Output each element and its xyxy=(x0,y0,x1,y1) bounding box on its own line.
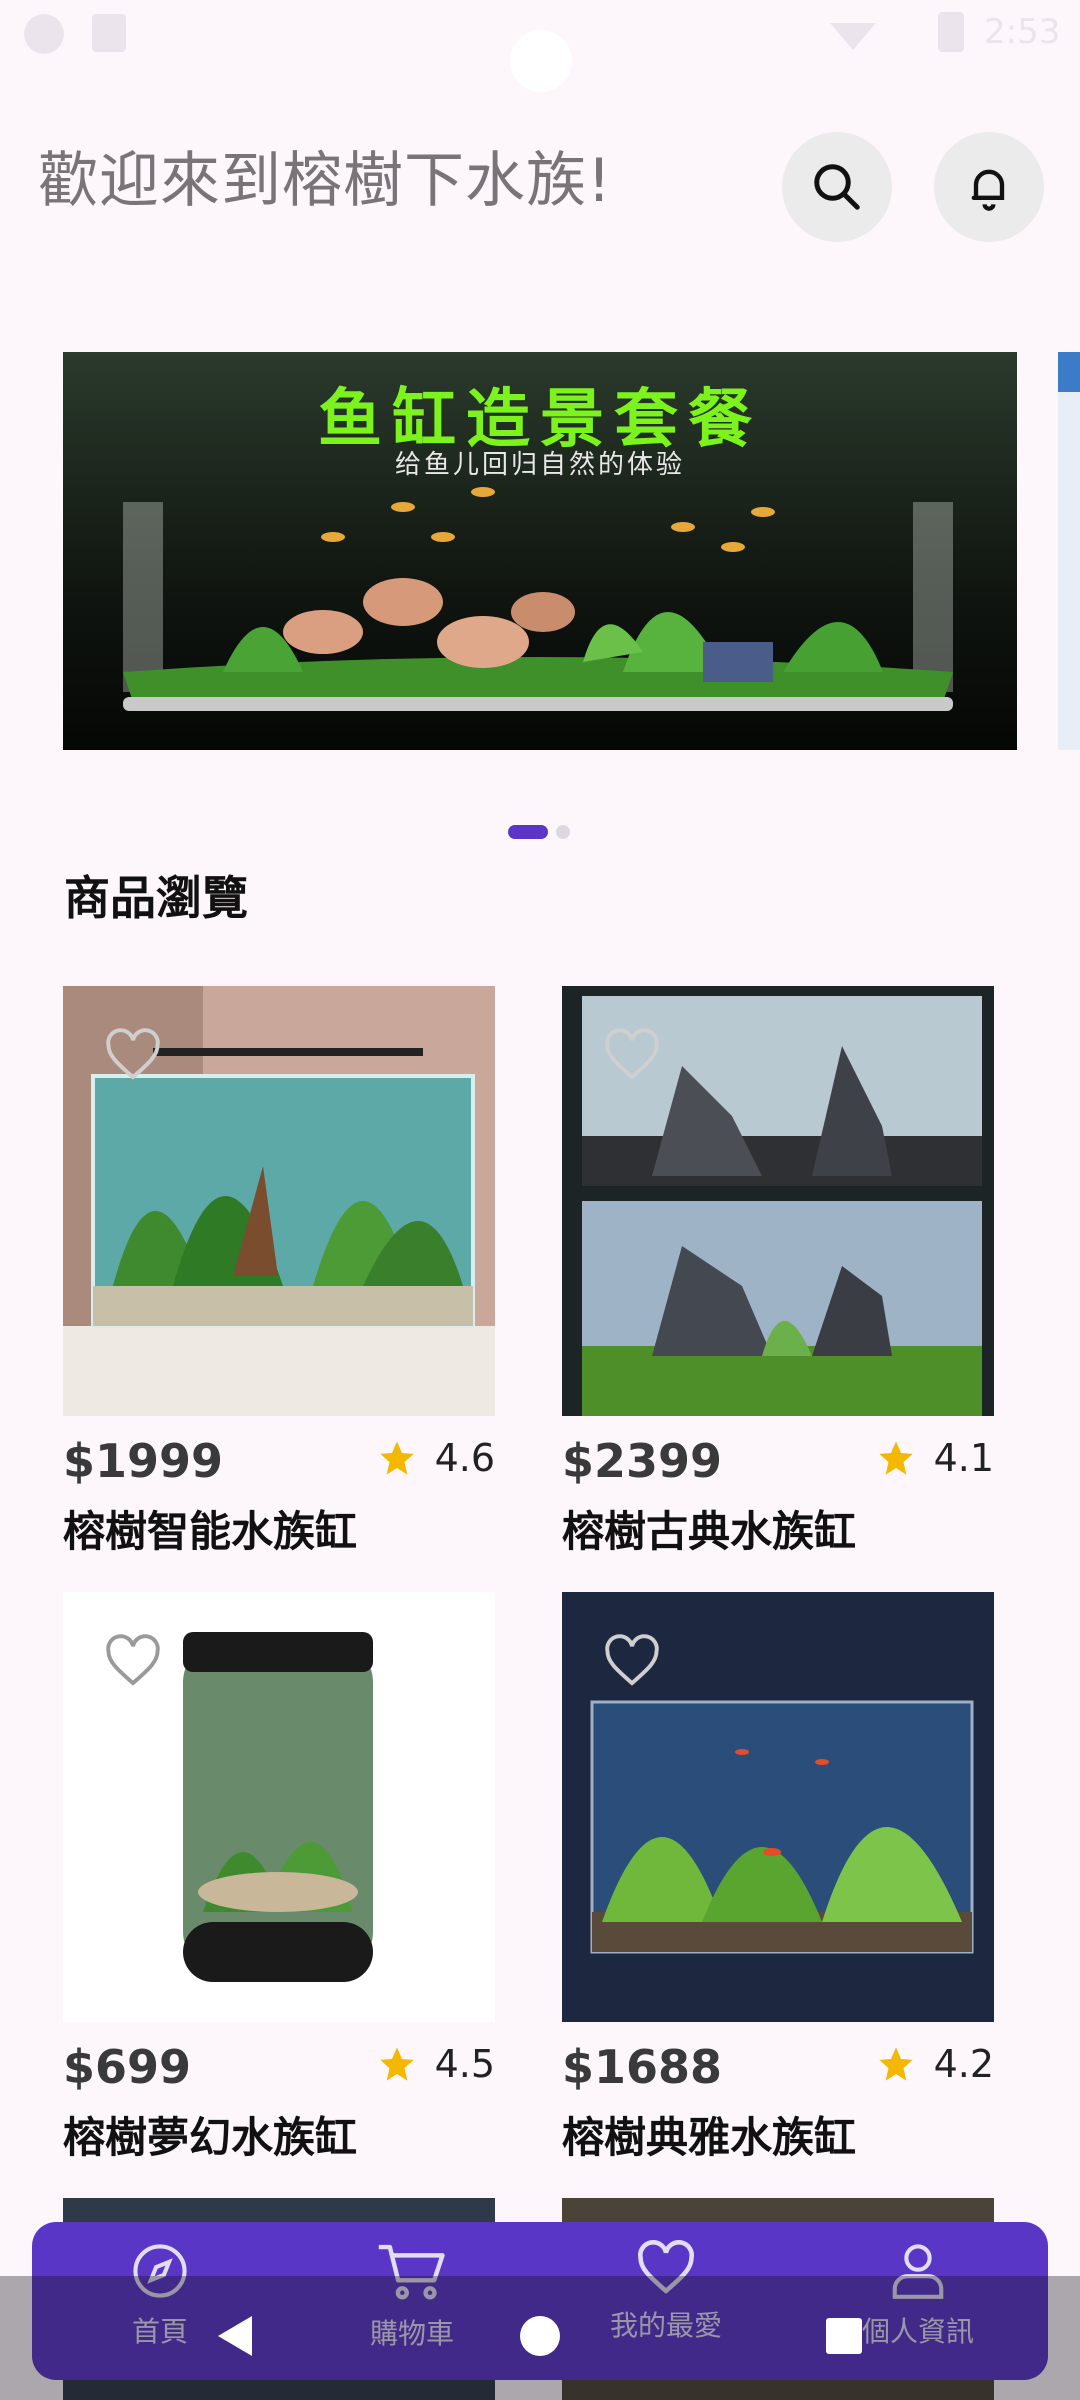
product-name: 榕樹典雅水族缸 xyxy=(562,2113,857,2162)
rating-value: 4.2 xyxy=(933,2042,994,2086)
promo-banner[interactable]: 鱼缸造景套餐 给鱼儿回归自然的体验 xyxy=(63,352,1017,750)
banner-subtitle: 给鱼儿回归自然的体验 xyxy=(394,450,685,480)
rating-value: 4.1 xyxy=(933,1436,994,1480)
next-banner-preview[interactable] xyxy=(1058,352,1080,750)
carousel-dot xyxy=(556,825,570,839)
back-icon[interactable] xyxy=(218,2316,252,2356)
product-card[interactable]: $1688 4.2 榕樹典雅水族缸 xyxy=(562,1592,994,2162)
search-button[interactable] xyxy=(782,132,892,242)
star-icon xyxy=(878,2047,913,2081)
section-title: 商品瀏覽 xyxy=(64,871,248,925)
home-icon[interactable] xyxy=(520,2316,560,2356)
product-card[interactable]: $2399 4.1 榕樹古典水族缸 xyxy=(562,986,994,1556)
product-card[interactable]: $699 4.5 榕樹夢幻水族缸 xyxy=(63,1592,495,2162)
recents-icon[interactable] xyxy=(826,2318,862,2354)
sim-icon xyxy=(92,14,126,52)
product-card[interactable]: $1999 4.6 榕樹智能水族缸 xyxy=(63,986,495,1556)
carousel-dot-active xyxy=(508,825,548,839)
bell-icon xyxy=(971,169,1005,211)
product-rating: 4.5 xyxy=(377,2042,495,2086)
product-image xyxy=(63,1592,495,2022)
product-name: 榕樹夢幻水族缸 xyxy=(63,2113,358,2162)
product-name: 榕樹古典水族缸 xyxy=(562,1507,857,1556)
camera-cutout xyxy=(510,30,572,92)
product-price: $1999 xyxy=(63,1434,224,1488)
product-price: $699 xyxy=(63,2040,192,2094)
product-rating: 4.1 xyxy=(876,1436,994,1480)
heart-icon[interactable] xyxy=(602,1028,662,1082)
product-price: $1688 xyxy=(562,2040,723,2094)
product-rating: 4.2 xyxy=(876,2042,994,2086)
star-icon xyxy=(878,1441,913,1475)
star-icon xyxy=(379,2047,414,2081)
heart-icon[interactable] xyxy=(602,1634,662,1688)
heart-icon[interactable] xyxy=(103,1634,163,1688)
status-time: 2:53 xyxy=(984,12,1061,52)
welcome-title: 歡迎來到榕樹下水族! xyxy=(38,146,613,216)
rating-value: 4.5 xyxy=(434,2042,495,2086)
rating-value: 4.6 xyxy=(434,1436,495,1480)
notification-button[interactable] xyxy=(934,132,1044,242)
search-icon xyxy=(814,164,860,210)
product-image xyxy=(562,986,994,1416)
product-name: 榕樹智能水族缸 xyxy=(63,1507,358,1556)
product-image xyxy=(63,986,495,1416)
notification-icon xyxy=(24,14,64,54)
battery-icon xyxy=(938,12,964,52)
star-icon xyxy=(379,1441,414,1475)
wifi-icon xyxy=(830,23,876,50)
product-price: $2399 xyxy=(562,1434,723,1488)
product-image xyxy=(562,1592,994,2022)
product-rating: 4.6 xyxy=(377,1436,495,1480)
carousel-indicator xyxy=(508,825,570,839)
heart-icon[interactable] xyxy=(103,1028,163,1082)
